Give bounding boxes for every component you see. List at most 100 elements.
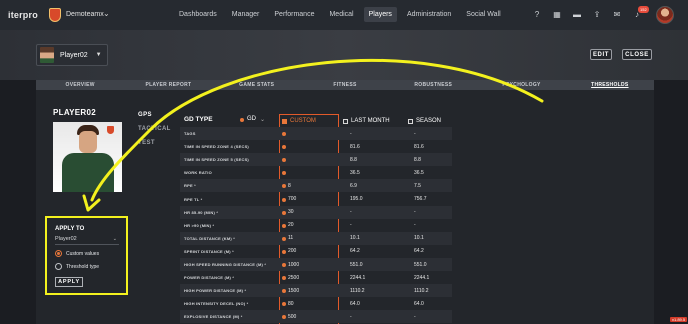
- season-value: 2244.1: [414, 274, 430, 281]
- radio-selected-icon[interactable]: [55, 250, 62, 257]
- last-month-value: 8.8: [350, 156, 357, 163]
- last-month-value: -: [350, 313, 352, 320]
- last-month-value: 551.0: [350, 261, 363, 268]
- table-row: POWER DISTANCE (M) * 2500 2244.1 2244.1: [180, 271, 452, 284]
- season-value: 7.5: [414, 182, 421, 189]
- table-row: TAGS - -: [180, 127, 452, 140]
- category-gps[interactable]: GPS: [138, 112, 171, 118]
- main-nav: Dashboards Manager Performance Medical Playe…: [174, 7, 511, 22]
- chevron-down-icon[interactable]: ⌄: [260, 116, 265, 123]
- edit-button[interactable]: EDIT: [590, 49, 612, 60]
- category-test[interactable]: TEST: [138, 140, 171, 146]
- metric-label: HIGH POWER DISTANCE (M) *: [184, 288, 247, 294]
- radio-label: Threshold type: [66, 263, 100, 270]
- checkbox-checked-icon[interactable]: [282, 118, 287, 124]
- status-dot-icon: [282, 184, 286, 189]
- apply-to-title: APPLY TO: [55, 226, 85, 232]
- apply-button[interactable]: APPLY: [55, 277, 83, 287]
- last-month-value: 36.5: [350, 169, 360, 176]
- last-month-value: 10.1: [350, 235, 360, 242]
- custom-value-input[interactable]: 700: [288, 196, 296, 202]
- custom-value-input[interactable]: 200: [288, 248, 296, 254]
- season-value: 1110.2: [414, 287, 429, 294]
- column-custom[interactable]: CUSTOM: [282, 118, 316, 124]
- checkbox-icon[interactable]: [408, 118, 413, 124]
- custom-value-input[interactable]: 80: [288, 301, 294, 307]
- table-row: WORK RATIO 36.5 36.5: [180, 166, 452, 179]
- table-row: TIME IN SPEED ZONE 4 (SECS) 81.6 81.6: [180, 140, 452, 153]
- apply-to-panel: APPLY TO Player02 ⌄ Custom values Thresh…: [45, 216, 128, 295]
- custom-value-input[interactable]: 2500: [288, 275, 299, 281]
- table-row: TOTAL DISTANCE (KM) * 11 10.1 10.1: [180, 231, 452, 245]
- tab-overview[interactable]: OVERVIEW: [36, 80, 124, 90]
- nav-link-medical[interactable]: Medical: [324, 7, 358, 22]
- nav-link-dashboards[interactable]: Dashboards: [174, 7, 222, 22]
- status-dot-icon: [282, 197, 286, 202]
- app-logo[interactable]: iterpro: [8, 10, 38, 20]
- player-selector[interactable]: Player02 ▼: [36, 44, 108, 66]
- tab-game-stats[interactable]: GAME STATS: [213, 80, 301, 90]
- custom-value-input[interactable]: 500: [288, 314, 296, 320]
- last-month-value: 2244.1: [350, 274, 366, 281]
- nav-link-players[interactable]: Players: [363, 7, 397, 22]
- status-dot-icon: [282, 236, 286, 241]
- metric-label: POWER DISTANCE (M) *: [184, 275, 235, 281]
- custom-value-input[interactable]: 20: [288, 222, 294, 228]
- checkbox-icon[interactable]: [343, 118, 348, 124]
- tab-player-report[interactable]: PLAYER REPORT: [124, 80, 212, 90]
- metric-label: HR >90 (MIN) *: [184, 222, 215, 228]
- notification-badge: 152: [638, 6, 649, 13]
- chevron-down-icon[interactable]: ⌄: [103, 9, 110, 18]
- metric-label: RPE *: [184, 183, 196, 189]
- user-avatar[interactable]: [656, 6, 674, 24]
- tab-psychology[interactable]: PSYCHOLOGY: [477, 80, 565, 90]
- tab-thresholds[interactable]: THRESHOLDS: [566, 80, 654, 90]
- table-row: TIME IN SPEED ZONE 5 (SECS) 8.8 8.8: [180, 153, 452, 167]
- nav-link-manager[interactable]: Manager: [227, 7, 265, 22]
- custom-value-input[interactable]: 1500: [288, 288, 299, 294]
- nav-link-administration[interactable]: Administration: [402, 7, 456, 22]
- club-selector-label[interactable]: Demoteamx: [66, 11, 104, 18]
- nav-link-social-wall[interactable]: Social Wall: [461, 7, 505, 22]
- caret-down-icon: ▼: [95, 52, 102, 58]
- radio-label: Custom values: [66, 250, 100, 257]
- help-icon[interactable]: ?: [532, 10, 542, 20]
- custom-value-input[interactable]: 8: [288, 183, 291, 189]
- season-value: -: [414, 130, 416, 137]
- status-dot-icon: [282, 171, 286, 176]
- metric-label: TAGS: [184, 131, 196, 136]
- table-row: HIGH POWER DISTANCE (M) * 1500 1110.2 1110.…: [180, 284, 452, 298]
- folder-icon[interactable]: ▬: [572, 10, 582, 20]
- radio-custom-values[interactable]: Custom values: [55, 250, 99, 257]
- close-button[interactable]: CLOSE: [622, 49, 652, 60]
- custom-value-input[interactable]: 1000: [288, 262, 299, 268]
- chat-icon[interactable]: ✉: [612, 10, 622, 20]
- player-tabs: OVERVIEW PLAYER REPORT GAME STATS FITNESS RO…: [36, 80, 654, 90]
- table-row: HIGH SPEED RUNNING DISTANCE (M) * 1000 551…: [180, 258, 452, 271]
- status-dot-icon: [240, 118, 244, 122]
- category-tactical[interactable]: TACTICAL: [138, 126, 171, 132]
- season-value: 36.5: [414, 169, 424, 176]
- apply-to-player-select[interactable]: Player02 ⌄: [55, 236, 119, 245]
- tab-robustness[interactable]: ROBUSTNESS: [389, 80, 477, 90]
- custom-value-input[interactable]: 11: [288, 235, 293, 241]
- season-value: 8.8: [414, 156, 421, 163]
- gd-type-select[interactable]: GD: [247, 116, 256, 122]
- season-value: 756.7: [414, 196, 427, 202]
- tab-fitness[interactable]: FITNESS: [301, 80, 389, 90]
- season-value: -: [414, 222, 416, 229]
- custom-value-input[interactable]: 30: [288, 209, 294, 215]
- radio-threshold-type[interactable]: Threshold type: [55, 263, 99, 270]
- last-month-value: 64.2: [350, 248, 360, 255]
- column-last-month[interactable]: LAST MONTH: [343, 118, 390, 124]
- upload-icon[interactable]: ⇪: [592, 10, 602, 20]
- column-season[interactable]: SEASON: [408, 118, 441, 124]
- metric-label: SPRINT DISTANCE (M) *: [184, 248, 234, 254]
- radio-unselected-icon[interactable]: [55, 263, 62, 270]
- metric-label: TIME IN SPEED ZONE 4 (SECS): [184, 144, 249, 150]
- metric-label: WORK RATIO: [184, 170, 212, 176]
- calendar-icon[interactable]: ▦: [552, 10, 562, 20]
- column-season-label: SEASON: [416, 118, 442, 124]
- nav-link-performance[interactable]: Performance: [269, 7, 319, 22]
- status-dot-icon: [282, 315, 286, 320]
